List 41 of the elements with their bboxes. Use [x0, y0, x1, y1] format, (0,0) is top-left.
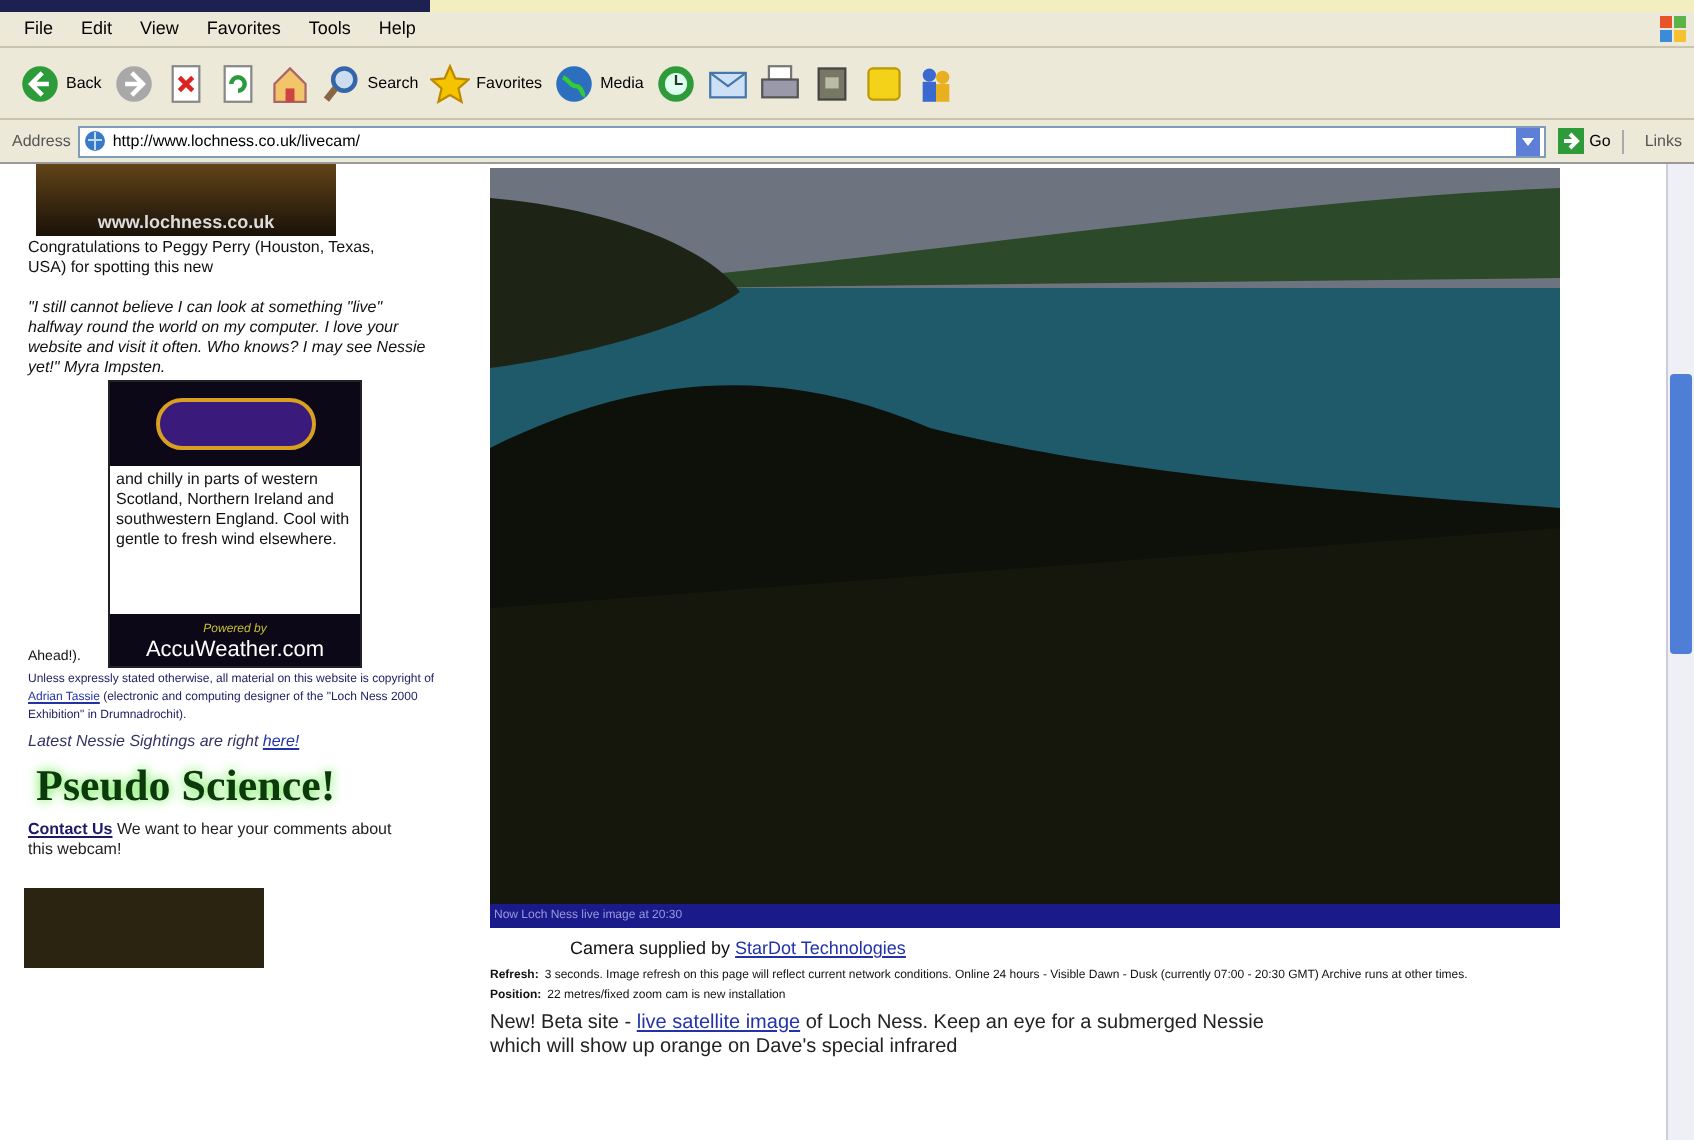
address-field[interactable]: http://www.lochness.co.uk/livecam/ — [78, 125, 1546, 157]
search-button[interactable]: Search — [321, 63, 419, 103]
beta-text: New! Beta site - live satellite image of Loch Ness. Keep an eye for a submerged Nessie which will show up orange on Dave's special infrared — [490, 1011, 1266, 1059]
printer-icon[interactable] — [759, 63, 800, 103]
globe-icon — [554, 63, 595, 103]
weather-logo-icon — [155, 398, 315, 450]
menu-item[interactable]: Tools — [308, 15, 351, 43]
go-button[interactable]: Go — [1553, 128, 1615, 154]
go-arrow-icon — [1557, 128, 1584, 154]
media-button[interactable]: Media — [554, 63, 644, 103]
link[interactable]: StarDot Technologies — [735, 938, 906, 958]
forward-icon[interactable] — [113, 63, 154, 103]
contact-text: Contact Us We want to hear your comments about this webcam! — [26, 820, 394, 860]
scrollbar-thumb[interactable] — [1670, 374, 1692, 654]
congratulations-text: Congratulations to Peggy Perry (Houston, Texas, USA) for spotting this new — [26, 238, 377, 278]
brand-text: AccuWeather.com — [145, 640, 325, 660]
link[interactable]: Contact Us — [28, 820, 113, 838]
address-label: Address — [12, 129, 71, 153]
sightings-text: Latest Nessie Sightings are right here! — [26, 732, 302, 752]
back-button[interactable]: Back — [20, 63, 102, 103]
menu-item[interactable]: Help — [378, 15, 416, 43]
logo-text: www.lochness.co.uk — [97, 212, 275, 232]
clock-icon[interactable] — [655, 63, 696, 103]
menu-item[interactable]: Edit — [81, 15, 113, 43]
search-icon — [321, 63, 362, 103]
link[interactable]: live satellite image — [636, 1011, 801, 1033]
scrollbar[interactable] — [1666, 164, 1694, 1140]
camera-credit-text: Camera supplied by StarDot Technologies — [568, 936, 908, 962]
links-label[interactable]: Links — [1622, 129, 1682, 153]
link[interactable]: here! — [262, 732, 300, 750]
favorites-button[interactable]: Favorites — [430, 63, 543, 103]
quote-text: "I still cannot believe I can look at something "live" halfway round the world on my computer. I love your website and visit it often. Who knows? I may see Nessie yet!" Myra Impsten. — [25, 298, 428, 378]
note-icon[interactable] — [863, 63, 904, 103]
star-icon — [430, 63, 471, 103]
house-icon[interactable] — [269, 63, 310, 103]
back-icon — [20, 63, 60, 103]
menu-item[interactable]: File — [24, 15, 54, 43]
banner-text: Pseudo Science! — [36, 758, 338, 814]
menu-item[interactable]: View — [140, 15, 179, 43]
windows-logo-icon — [1658, 14, 1690, 44]
menu-item[interactable]: Favorites — [206, 15, 281, 43]
